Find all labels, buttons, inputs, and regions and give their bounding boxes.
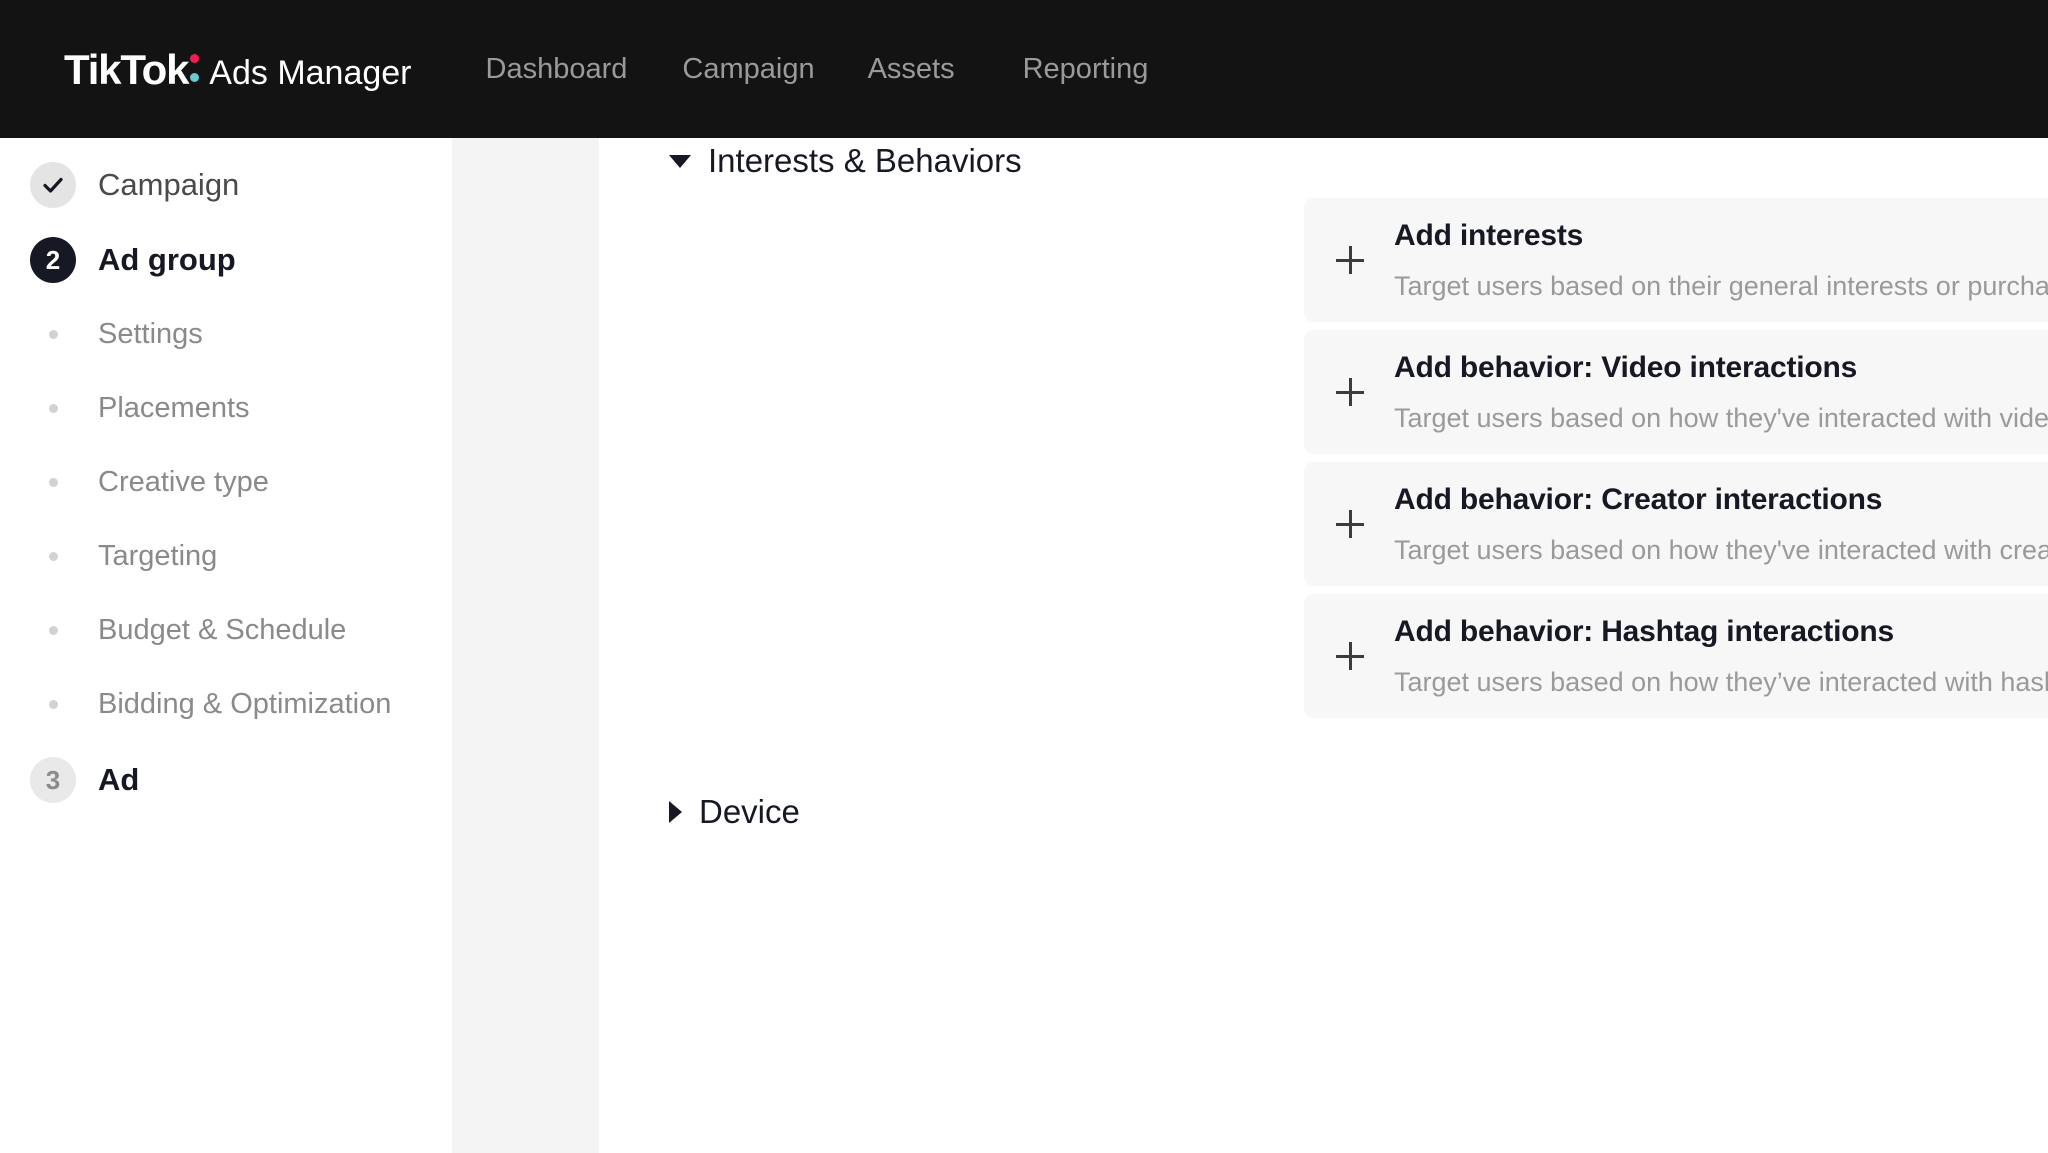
sidebar-item-targeting[interactable]: Targeting — [30, 540, 217, 573]
card-body: Add behavior: Video interactions Target … — [1390, 351, 2048, 434]
sidebar-step-label-ad-group: Ad group — [98, 242, 236, 277]
section-title-interests-behaviors: Interests & Behaviors — [708, 142, 1022, 179]
bullet-dot-icon — [30, 478, 76, 487]
card-title-add-behavior-creator: Add behavior: Creator interactions — [1394, 482, 1883, 516]
sidebar-item-bidding-optimization[interactable]: Bidding & Optimization — [30, 688, 391, 721]
main-nav: Dashboard Campaign Assets Reporting — [486, 53, 1149, 86]
card-description-add-behavior-hashtag: Target users based on how they’ve intera… — [1394, 666, 2048, 697]
sidebar-item-settings[interactable]: Settings — [30, 318, 203, 351]
plus-icon[interactable] — [1310, 510, 1390, 538]
card-add-behavior-hashtag-interactions[interactable]: Add behavior: Hashtag interactions Targe… — [1304, 594, 2048, 718]
sidebar-item-label-settings: Settings — [98, 318, 203, 350]
card-add-behavior-creator-interactions[interactable]: Add behavior: Creator interactions Targe… — [1304, 462, 2048, 586]
card-title-add-behavior-video: Add behavior: Video interactions — [1394, 350, 1858, 384]
sidebar-item-placements[interactable]: Placements — [30, 392, 250, 425]
creation-steps-sidebar: Campaign 2 Ad group Settings Placements … — [0, 138, 452, 1153]
plus-icon[interactable] — [1310, 246, 1390, 274]
step-marker-completed-icon — [30, 162, 76, 208]
card-title-add-behavior-hashtag: Add behavior: Hashtag interactions — [1394, 614, 1894, 648]
brand-logo[interactable]: TikTok Ads Manager — [64, 44, 412, 94]
card-body: Add interests Target users based on thei… — [1390, 219, 2048, 302]
page-body: Campaign 2 Ad group Settings Placements … — [0, 138, 2048, 1153]
card-add-behavior-video-interactions[interactable]: Add behavior: Video interactions Target … — [1304, 330, 2048, 454]
card-description-add-behavior-creator: Target users based on how they've intera… — [1394, 534, 2048, 565]
sidebar-item-creative-type[interactable]: Creative type — [30, 466, 269, 499]
sidebar-step-ad[interactable]: 3 Ad — [30, 757, 139, 803]
top-navigation-bar: TikTok Ads Manager Dashboard Campaign As… — [0, 0, 2048, 138]
nav-item-dashboard[interactable]: Dashboard — [486, 53, 628, 86]
step-marker-2: 2 — [30, 237, 76, 283]
sidebar-item-label-targeting: Targeting — [98, 540, 218, 572]
plus-icon[interactable] — [1310, 378, 1390, 406]
step-marker-3: 3 — [30, 757, 76, 803]
nav-item-reporting[interactable]: Reporting — [1023, 53, 1149, 86]
sidebar-step-campaign[interactable]: Campaign — [30, 162, 239, 208]
sidebar-step-label-campaign: Campaign — [98, 167, 240, 202]
section-header-device[interactable]: Device — [669, 793, 800, 831]
card-add-interests[interactable]: Add interests Target users based on thei… — [1304, 198, 2048, 322]
section-header-interests-behaviors[interactable]: Interests & Behaviors — [669, 142, 1022, 180]
card-description-add-behavior-video: Target users based on how they've intera… — [1394, 402, 2048, 433]
content-spacer-column — [452, 138, 599, 1153]
brand-logo-ads-manager: Ads Manager — [209, 54, 412, 92]
targeting-main-panel: Interests & Behaviors Add interests Targ… — [599, 138, 2048, 1153]
brand-colon-icon — [189, 44, 202, 84]
sidebar-step-label-ad: Ad — [98, 762, 140, 797]
chevron-right-icon — [669, 801, 682, 823]
bullet-dot-icon — [30, 700, 76, 709]
brand-logo-tiktok: TikTok — [64, 46, 189, 93]
sidebar-item-budget-schedule[interactable]: Budget & Schedule — [30, 614, 346, 647]
nav-item-assets[interactable]: Assets — [868, 53, 955, 86]
card-body: Add behavior: Creator interactions Targe… — [1390, 483, 2048, 566]
card-body: Add behavior: Hashtag interactions Targe… — [1390, 615, 2048, 698]
sidebar-item-label-bidding-optimization: Bidding & Optimization — [98, 688, 392, 720]
card-description-add-interests: Target users based on their general inte… — [1394, 270, 2048, 301]
plus-icon[interactable] — [1310, 642, 1390, 670]
nav-item-campaign[interactable]: Campaign — [682, 53, 814, 86]
sidebar-step-ad-group[interactable]: 2 Ad group — [30, 237, 236, 283]
sidebar-item-label-placements: Placements — [98, 392, 250, 424]
bullet-dot-icon — [30, 552, 76, 561]
bullet-dot-icon — [30, 404, 76, 413]
sidebar-item-label-budget-schedule: Budget & Schedule — [98, 614, 347, 646]
bullet-dot-icon — [30, 330, 76, 339]
bullet-dot-icon — [30, 626, 76, 635]
sidebar-item-label-creative-type: Creative type — [98, 466, 269, 498]
card-title-add-interests: Add interests — [1394, 218, 1584, 252]
section-title-device: Device — [699, 793, 800, 830]
chevron-down-icon — [669, 154, 691, 168]
